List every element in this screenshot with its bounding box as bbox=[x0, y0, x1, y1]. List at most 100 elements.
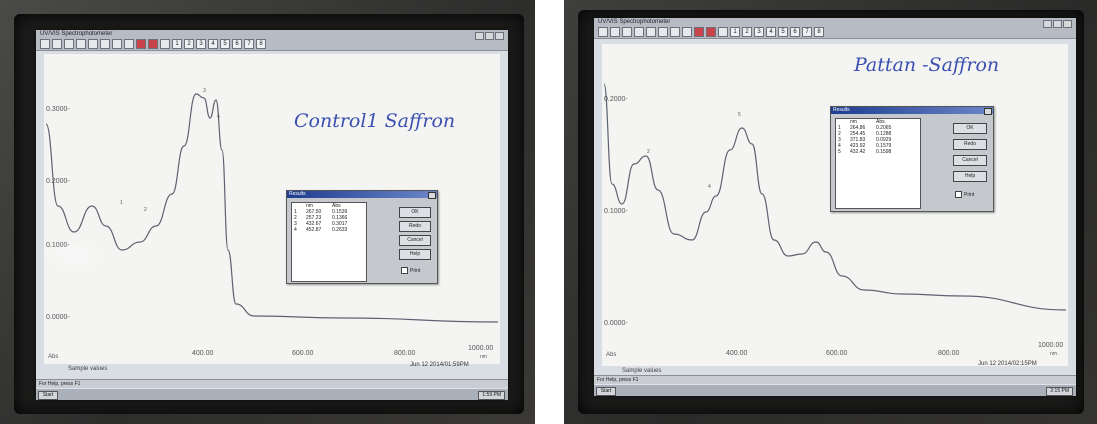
close-icon[interactable] bbox=[495, 32, 504, 40]
maximize-icon[interactable] bbox=[485, 32, 494, 40]
print-checkbox[interactable]: Print bbox=[401, 267, 420, 274]
spectrum-plot[interactable]: 0.3000- 0.2000- 0.1000- 0.0000- 400.00 6… bbox=[44, 54, 500, 364]
taskbar: Start 2:15 PM bbox=[594, 384, 1076, 396]
table-row[interactable]: 5 432.42 0.1598 bbox=[836, 149, 920, 155]
settings-icon[interactable] bbox=[160, 39, 170, 49]
results-table: nm Abs 1 264.86 0.2065 2 254.45 0.1288 3… bbox=[835, 118, 921, 209]
channel-button[interactable]: 2 bbox=[184, 39, 194, 49]
y-unit-label: Abs bbox=[606, 352, 617, 358]
channel-button[interactable]: 2 bbox=[742, 27, 752, 37]
channel-button[interactable]: 6 bbox=[790, 27, 800, 37]
scan-icon[interactable] bbox=[646, 27, 656, 37]
cursor-icon[interactable] bbox=[112, 39, 122, 49]
peak-label: 2 bbox=[647, 149, 650, 155]
channel-button[interactable]: 7 bbox=[244, 39, 254, 49]
start-button[interactable]: Start bbox=[596, 387, 616, 396]
zoom-icon[interactable] bbox=[76, 39, 86, 49]
channel-button[interactable]: 1 bbox=[172, 39, 182, 49]
results-dialog: Results nm Abs 1 267.50 0.1539 2 257.23 … bbox=[286, 190, 438, 284]
x-tick-label: 800.00 bbox=[394, 350, 416, 357]
channel-button[interactable]: 8 bbox=[814, 27, 824, 37]
results-table: nm Abs 1 267.50 0.1539 2 257.23 0.1366 3… bbox=[291, 202, 367, 282]
record-icon[interactable] bbox=[706, 27, 716, 37]
stop-icon[interactable] bbox=[136, 39, 146, 49]
row-abs: 0.2633 bbox=[332, 227, 348, 233]
status-text: For Help, press F1 bbox=[39, 381, 81, 387]
help-button[interactable]: Help bbox=[953, 171, 987, 182]
baseline-icon[interactable] bbox=[100, 39, 110, 49]
peak-icon[interactable] bbox=[682, 27, 692, 37]
channel-button[interactable]: 7 bbox=[802, 27, 812, 37]
help-button[interactable]: Help bbox=[399, 249, 431, 260]
table-row[interactable]: 4 452.87 0.2633 bbox=[292, 227, 366, 233]
cursor-icon[interactable] bbox=[670, 27, 680, 37]
save-icon[interactable] bbox=[610, 27, 620, 37]
spectrum-plot[interactable]: 0.2000- 0.1000- 0.0000- 400.00 600.00 80… bbox=[602, 44, 1068, 366]
settings-icon[interactable] bbox=[718, 27, 728, 37]
peak-icon[interactable] bbox=[124, 39, 134, 49]
x-tick-label: 400.00 bbox=[726, 350, 748, 357]
channel-button[interactable]: 4 bbox=[766, 27, 776, 37]
channel-button[interactable]: 1 bbox=[730, 27, 740, 37]
status-text: For Help, press F1 bbox=[597, 377, 639, 383]
toolbar-buttons: 1 2 3 4 5 6 7 8 bbox=[598, 27, 824, 37]
channel-button[interactable]: 3 bbox=[196, 39, 206, 49]
dialog-title-bar: Results bbox=[831, 107, 993, 115]
start-button[interactable]: Start bbox=[38, 391, 58, 400]
minimize-icon[interactable] bbox=[475, 32, 484, 40]
toolbar-buttons: 1 2 3 4 5 6 7 8 bbox=[40, 39, 266, 49]
window-title: UV/VIS Spectrophotometer bbox=[40, 31, 113, 37]
handwritten-note: Control1 Saffron bbox=[294, 110, 456, 132]
stop-icon[interactable] bbox=[694, 27, 704, 37]
window-controls bbox=[475, 32, 504, 40]
channel-button[interactable]: 5 bbox=[220, 39, 230, 49]
x-tick-label: 600.00 bbox=[826, 350, 848, 357]
y-tick-label: 0.0000- bbox=[46, 314, 70, 321]
peak-label: 4 bbox=[217, 114, 220, 120]
channel-button[interactable]: 3 bbox=[754, 27, 764, 37]
record-icon[interactable] bbox=[148, 39, 158, 49]
zoom-icon[interactable] bbox=[634, 27, 644, 37]
close-icon[interactable] bbox=[984, 108, 992, 115]
ok-button[interactable]: OK bbox=[399, 207, 431, 218]
y-unit-label: Abs bbox=[48, 354, 59, 360]
open-icon[interactable] bbox=[40, 39, 50, 49]
baseline-icon[interactable] bbox=[658, 27, 668, 37]
close-icon[interactable] bbox=[1063, 20, 1072, 28]
row-index: 5 bbox=[838, 149, 841, 155]
channel-button[interactable]: 4 bbox=[208, 39, 218, 49]
ok-button[interactable]: OK bbox=[953, 123, 987, 134]
y-tick-label: 0.2000- bbox=[46, 178, 70, 185]
peak-label: 3 bbox=[203, 88, 206, 94]
sample-values-label: Sample values bbox=[622, 368, 662, 374]
print-label: Print bbox=[410, 267, 421, 274]
peak-label: 2 bbox=[144, 207, 147, 213]
minimize-icon[interactable] bbox=[1043, 20, 1052, 28]
channel-button[interactable]: 5 bbox=[778, 27, 788, 37]
channel-button[interactable]: 6 bbox=[232, 39, 242, 49]
close-icon[interactable] bbox=[428, 192, 436, 199]
save-icon[interactable] bbox=[52, 39, 62, 49]
maximize-icon[interactable] bbox=[1053, 20, 1062, 28]
cancel-button[interactable]: Cancel bbox=[399, 235, 431, 246]
checkbox-icon[interactable] bbox=[401, 267, 408, 274]
channel-button[interactable]: 8 bbox=[256, 39, 266, 49]
cancel-button[interactable]: Cancel bbox=[953, 155, 987, 166]
system-clock: 1:59 PM bbox=[478, 391, 505, 400]
open-icon[interactable] bbox=[598, 27, 608, 37]
x-unit-label: nm bbox=[1050, 351, 1057, 357]
checkbox-icon[interactable] bbox=[955, 191, 962, 198]
redo-button[interactable]: Redo bbox=[953, 139, 987, 150]
x-tick-label: 1000.00 bbox=[1038, 342, 1064, 349]
print-checkbox[interactable]: Print bbox=[955, 191, 974, 198]
scan-icon[interactable] bbox=[88, 39, 98, 49]
peak-label: 4 bbox=[708, 184, 711, 190]
print-label: Print bbox=[964, 191, 975, 198]
print-icon[interactable] bbox=[64, 39, 74, 49]
peak-label: 5 bbox=[738, 112, 741, 118]
peak-label: 1 bbox=[120, 200, 123, 206]
redo-button[interactable]: Redo bbox=[399, 221, 431, 232]
photo-left-monitor: UV/VIS Spectrophotometer 1 2 3 4 5 6 7 8… bbox=[0, 0, 535, 424]
print-icon[interactable] bbox=[622, 27, 632, 37]
x-tick-label: 800.00 bbox=[938, 350, 960, 357]
